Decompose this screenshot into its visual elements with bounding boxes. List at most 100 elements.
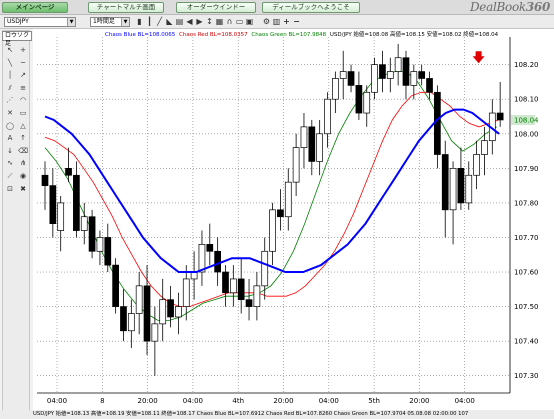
candle-up (292, 147, 300, 183)
tab-order-window[interactable]: オーダーウインドー (176, 2, 256, 13)
grid-icon[interactable]: ▦ (215, 17, 224, 27)
bar-chart-icon[interactable]: ┃ (145, 17, 154, 27)
legend-chaos-green: Chaos Green BL=107.9848 (251, 32, 327, 38)
delete-icon[interactable]: ✖ (17, 184, 29, 194)
y-tick-label: 107.70 (514, 234, 539, 242)
symbol-select-value: USDJPY (7, 18, 29, 25)
tab-welcome[interactable]: ディールブックへようこそ (262, 2, 360, 13)
cycle-icon[interactable]: ∿ (4, 158, 16, 168)
chart-type-select[interactable]: ロウソク足 (2, 31, 32, 47)
candle-down (355, 85, 363, 114)
crosshair-icon[interactable]: + (17, 45, 29, 55)
ray-icon[interactable]: ↗ (17, 70, 29, 80)
triangle-icon[interactable]: △ (17, 121, 29, 131)
legend-chaos-red: Chaos Red BL=108.0357 (179, 32, 248, 38)
settings-icon[interactable]: ⚙ (262, 17, 271, 27)
shrink-icon[interactable]: ↕ (205, 17, 214, 27)
gann-icon[interactable]: ✕ (4, 108, 16, 118)
brand-name: DealBook (469, 0, 526, 14)
vline-icon[interactable]: │ (4, 70, 16, 80)
candle-down (379, 64, 386, 79)
tab-welcome-label: ディールブックへようこそ (272, 3, 350, 11)
timeframe-select[interactable]: 1時間足 ▼ (90, 17, 130, 27)
x-tick-label: 4th (232, 397, 244, 405)
candle-down (206, 244, 214, 252)
y-tick-label: 108.10 (514, 96, 539, 104)
rect-icon[interactable]: ▭ (17, 108, 29, 118)
x-tick-label: 04:00 (319, 397, 339, 405)
price-chart[interactable]: 108.20 108.10 108.00 107.90 107.80 107.70 107.… (33, 29, 554, 419)
tab-main-page-label: メインページ (15, 3, 55, 11)
window-icon[interactable]: ▭ (235, 17, 244, 27)
candle-up (57, 202, 65, 231)
text-icon[interactable]: A (4, 133, 16, 143)
candle-up (394, 57, 402, 72)
area-chart-icon[interactable]: ◣ (165, 17, 174, 27)
chart-background (33, 29, 554, 410)
zoom-out-icon[interactable]: − (292, 17, 301, 27)
candle-down (88, 216, 96, 252)
candle-up (96, 237, 104, 252)
chart-props-icon[interactable]: ▥ (272, 17, 281, 27)
candle-down (49, 185, 57, 224)
drawing-toolbox: ↖ + ╲ ─ │ ↗ ⫽ ≡ ⋰ ◠ ✕ ▭ ◯ △ A ↑ ↓ ⌫ ∿ ⋔ ⟋ ◉ ⊡ ✖ (2, 30, 30, 413)
candle-up (151, 323, 159, 342)
hline-icon[interactable]: ─ (17, 58, 29, 68)
candle-down (41, 174, 49, 186)
print-icon[interactable]: ▣ (245, 17, 254, 27)
candle-down (347, 71, 355, 86)
symbol-select[interactable]: USDJPY ▼ (4, 17, 76, 27)
eraser-icon[interactable]: ⌫ (17, 146, 29, 156)
scroll-left-icon[interactable]: ◀ (185, 17, 194, 27)
candle-up (386, 71, 394, 79)
channel-icon[interactable]: ⫽ (4, 83, 16, 93)
legend-chaos-blue: Chaos Blue BL=108.0065 (105, 32, 176, 38)
trendline-icon[interactable]: ╲ (4, 58, 16, 68)
fib-arc-icon[interactable]: ◠ (17, 95, 29, 105)
y-tick-label: 107.50 (514, 303, 539, 311)
candle-down (237, 278, 245, 301)
candle-down (120, 306, 127, 332)
fibonacci-icon[interactable]: ≡ (17, 83, 29, 93)
scroll-right-icon[interactable]: ▶ (195, 17, 204, 27)
candle-up (80, 216, 88, 231)
eye-icon[interactable]: ◉ (17, 171, 29, 181)
candle-down (65, 167, 72, 176)
zoom-in-icon[interactable]: + (282, 17, 291, 27)
candle-up (269, 209, 276, 252)
arrow-up-icon[interactable]: ↑ (17, 133, 29, 143)
candle-up (198, 244, 206, 273)
candle-up (473, 154, 480, 176)
tab-order-window-label: オーダーウインドー (186, 3, 246, 11)
candle-up (127, 313, 135, 332)
candle-down (73, 174, 80, 231)
ellipse-icon[interactable]: ◯ (4, 121, 16, 131)
candle-up (159, 299, 167, 325)
tab-chart-multi[interactable]: チャートマルチ画面 (88, 2, 164, 13)
candle-up (175, 306, 182, 318)
y-tick-label: 108.20 (514, 61, 539, 69)
x-tick-label: 5th (368, 397, 380, 405)
tab-main-page[interactable]: メインページ (2, 2, 68, 13)
candle-down (426, 78, 433, 93)
candle-down (112, 264, 119, 307)
fib-fan-icon[interactable]: ⋰ (4, 95, 16, 105)
candle-up (253, 285, 261, 307)
candle-up (300, 126, 308, 148)
tab-chart-multi-label: チャートマルチ画面 (96, 3, 156, 11)
chart-svg[interactable]: 108.20 108.10 108.00 107.90 107.80 107.70 107.… (33, 29, 554, 410)
pitchfork-icon[interactable]: ⋔ (17, 158, 29, 168)
candle-down (496, 112, 504, 121)
candle-down (222, 271, 229, 294)
candle-up (449, 167, 457, 211)
lock-icon[interactable]: ⊡ (4, 184, 16, 194)
candle-chart-icon[interactable]: ▮ (135, 17, 144, 27)
arrow-down-icon[interactable]: ↓ (4, 146, 16, 156)
regression-icon[interactable]: ⟋ (4, 171, 16, 181)
x-tick-label: 20:00 (273, 397, 293, 405)
candle-up (284, 181, 292, 218)
chart-toolbar: USDJPY ▼ 1時間足 ▼ ▮ ┃ ╱ ◣ ▤ ◀ ▶ ↕ ▦ ∩ ▭ ▣ … (0, 15, 554, 29)
magnet-icon[interactable]: ∩ (225, 17, 234, 27)
indicator-icon[interactable]: ▤ (175, 17, 184, 27)
line-chart-icon[interactable]: ╱ (155, 17, 164, 27)
